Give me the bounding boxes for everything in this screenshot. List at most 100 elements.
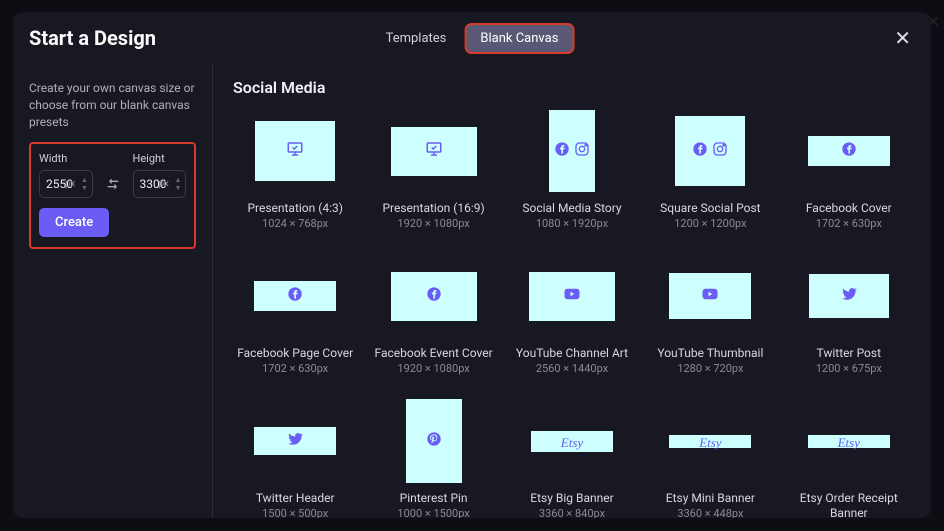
preset-dimensions: 1080 × 1920px: [536, 217, 608, 230]
preset-thumb: [254, 427, 336, 455]
preset-etsy-big-banner[interactable]: Etsy Etsy Big Banner 3360 × 840px: [506, 389, 638, 518]
preset-title: Presentation (4:3): [247, 201, 343, 216]
preset-square-social-post[interactable]: Square Social Post 1200 × 1200px: [644, 99, 776, 236]
preset-title: YouTube Thumbnail: [657, 346, 763, 361]
preset-dimensions: 1000 × 1500px: [397, 507, 469, 518]
preset-thumb-area: [231, 248, 359, 344]
preset-facebook-event-cover[interactable]: Facebook Event Cover 1920 × 1080px: [367, 244, 499, 381]
design-modal: Start a Design Templates Blank Canvas ✕ …: [13, 12, 931, 518]
facebook-icon: [692, 141, 708, 161]
preset-thumb-area: [785, 248, 913, 344]
preset-thumb-area: [231, 103, 359, 199]
tab-templates[interactable]: Templates: [371, 24, 462, 53]
facebook-icon: [554, 141, 570, 161]
preset-thumb-area: [231, 393, 359, 489]
preset-dimensions: 1200 × 675px: [816, 362, 882, 375]
preset-dimensions: 1702 × 630px: [262, 362, 328, 375]
modal-body: Create your own canvas size or choose fr…: [13, 64, 931, 518]
swap-dimensions-button[interactable]: [101, 170, 125, 198]
preset-etsy-mini-banner[interactable]: Etsy Etsy Mini Banner 3360 × 448px: [644, 389, 776, 518]
preset-thumb: [809, 274, 889, 318]
preset-dimensions: 1702 × 630px: [816, 217, 882, 230]
preset-thumb-area: [646, 103, 774, 199]
preset-thumb: Etsy: [669, 435, 751, 448]
sidebar: Create your own canvas size or choose fr…: [13, 64, 213, 518]
preset-thumb: Etsy: [531, 431, 613, 452]
create-button[interactable]: Create: [39, 208, 109, 237]
close-button[interactable]: ✕: [894, 26, 911, 50]
preset-dimensions: 1920 × 1080px: [397, 217, 469, 230]
height-unit: px: [158, 179, 169, 190]
preset-title: Etsy Order Receipt Banner: [785, 491, 913, 518]
presentation-icon: [286, 140, 304, 162]
preset-thumb-area: [508, 248, 636, 344]
preset-presentation-4-3-[interactable]: Presentation (4:3) 1024 × 768px: [229, 99, 361, 236]
main-panel[interactable]: Social Media Presentation (4:3) 1024 × 7…: [213, 64, 931, 518]
preset-etsy-order-receipt-banner[interactable]: Etsy Etsy Order Receipt Banner 760 × 100…: [783, 389, 915, 518]
preset-youtube-thumbnail[interactable]: YouTube Thumbnail 1280 × 720px: [644, 244, 776, 381]
preset-thumb-area: [508, 103, 636, 199]
width-unit: px: [65, 179, 76, 190]
preset-thumb: [391, 127, 477, 176]
youtube-icon: [701, 285, 719, 307]
preset-thumb: [406, 399, 462, 483]
preset-presentation-16-9-[interactable]: Presentation (16:9) 1920 × 1080px: [367, 99, 499, 236]
preset-twitter-post[interactable]: Twitter Post 1200 × 675px: [783, 244, 915, 381]
preset-pinterest-pin[interactable]: Pinterest Pin 1000 × 1500px: [367, 389, 499, 518]
width-step-up[interactable]: ▲: [80, 176, 90, 184]
instagram-icon: [574, 141, 590, 161]
etsy-icon: Etsy: [561, 432, 583, 451]
preset-title: Social Media Story: [522, 201, 621, 216]
sidebar-description: Create your own canvas size or choose fr…: [29, 80, 196, 130]
preset-thumb: [675, 116, 745, 186]
preset-grid: Presentation (4:3) 1024 × 768px Presenta…: [229, 99, 915, 518]
preset-dimensions: 1500 × 500px: [262, 507, 328, 518]
preset-twitter-header[interactable]: Twitter Header 1500 × 500px: [229, 389, 361, 518]
preset-dimensions: 1024 × 768px: [262, 217, 328, 230]
instagram-icon: [712, 141, 728, 161]
preset-thumb-area: Etsy: [646, 393, 774, 489]
custom-size-panel: Width px ▲ ▼ H: [29, 142, 196, 249]
height-step-up[interactable]: ▲: [173, 176, 183, 184]
facebook-icon: [426, 286, 442, 306]
preset-title: Pinterest Pin: [400, 491, 468, 506]
preset-dimensions: 1200 × 1200px: [674, 217, 746, 230]
preset-thumb: [808, 136, 890, 166]
preset-thumb: [549, 110, 595, 192]
preset-thumb: [255, 121, 335, 181]
preset-thumb-area: Etsy: [785, 393, 913, 489]
section-title-social-media: Social Media: [229, 64, 915, 99]
preset-facebook-cover[interactable]: Facebook Cover 1702 × 630px: [783, 99, 915, 236]
preset-title: Etsy Mini Banner: [666, 491, 755, 506]
height-input-wrap[interactable]: px ▲ ▼: [133, 170, 187, 198]
preset-thumb-area: [785, 103, 913, 199]
preset-dimensions: 1280 × 720px: [677, 362, 743, 375]
pinterest-icon: [426, 431, 442, 451]
preset-title: Facebook Cover: [806, 201, 892, 216]
twitter-icon: [840, 285, 858, 307]
preset-social-media-story[interactable]: Social Media Story 1080 × 1920px: [506, 99, 638, 236]
preset-facebook-page-cover[interactable]: Facebook Page Cover 1702 × 630px: [229, 244, 361, 381]
twitter-icon: [286, 430, 304, 452]
width-label: Width: [39, 152, 93, 165]
preset-title: Twitter Header: [256, 491, 335, 506]
etsy-icon: Etsy: [838, 432, 860, 451]
tab-blank-canvas[interactable]: Blank Canvas: [465, 24, 573, 53]
swap-icon: [105, 176, 121, 192]
preset-title: Twitter Post: [817, 346, 881, 361]
tab-group: Templates Blank Canvas: [371, 24, 574, 53]
width-step-down[interactable]: ▼: [80, 184, 90, 192]
preset-thumb-area: [369, 103, 497, 199]
preset-thumb-area: [369, 393, 497, 489]
preset-thumb: [254, 281, 336, 311]
preset-youtube-channel-art[interactable]: YouTube Channel Art 2560 × 1440px: [506, 244, 638, 381]
preset-thumb-area: [369, 248, 497, 344]
preset-thumb-area: [646, 248, 774, 344]
preset-thumb: [391, 272, 477, 321]
preset-dimensions: 2560 × 1440px: [536, 362, 608, 375]
preset-title: Facebook Page Cover: [237, 346, 353, 361]
height-step-down[interactable]: ▼: [173, 184, 183, 192]
width-input-wrap[interactable]: px ▲ ▼: [39, 170, 93, 198]
preset-dimensions: 3360 × 840px: [539, 507, 605, 518]
modal-title: Start a Design: [29, 26, 156, 50]
